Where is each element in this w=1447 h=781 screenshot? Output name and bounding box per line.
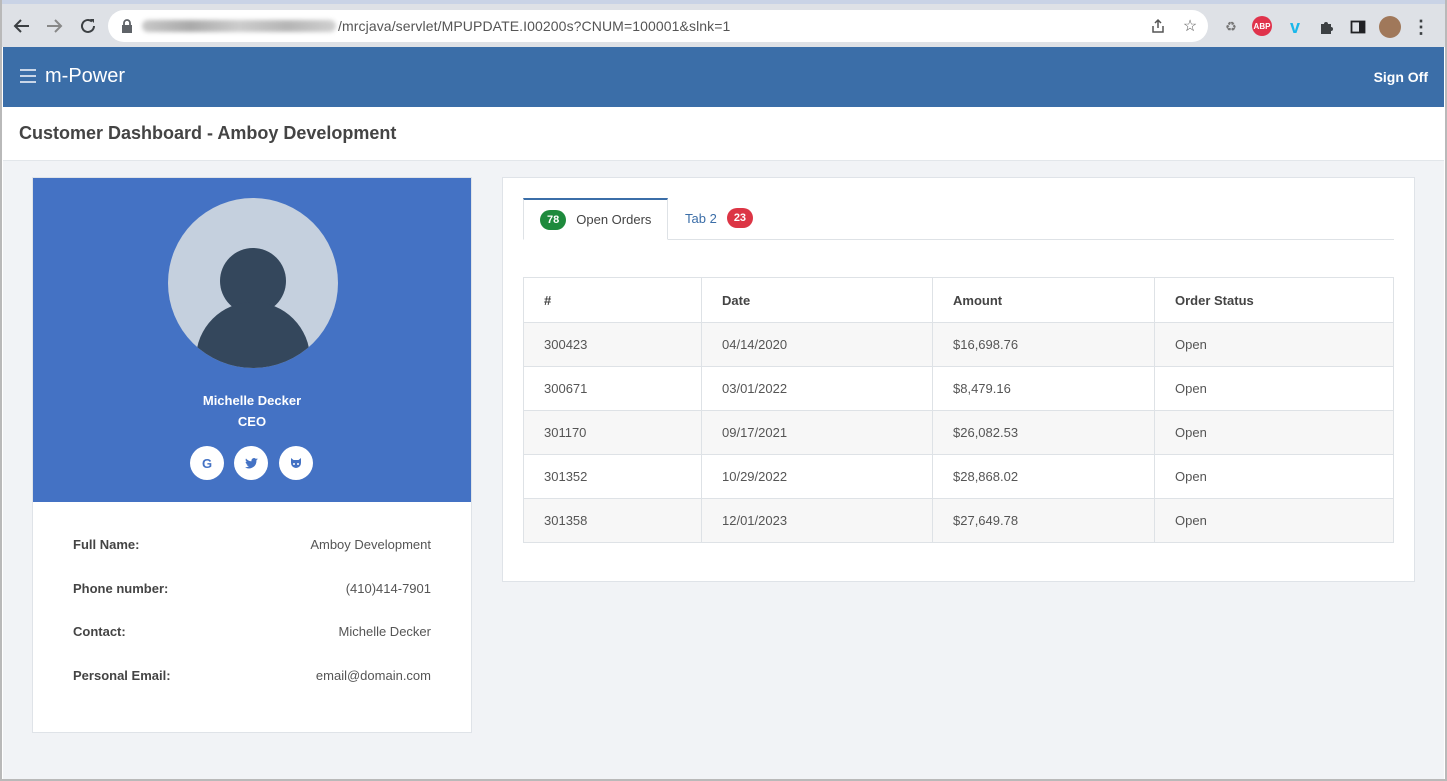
window-frame — [0, 0, 1447, 781]
